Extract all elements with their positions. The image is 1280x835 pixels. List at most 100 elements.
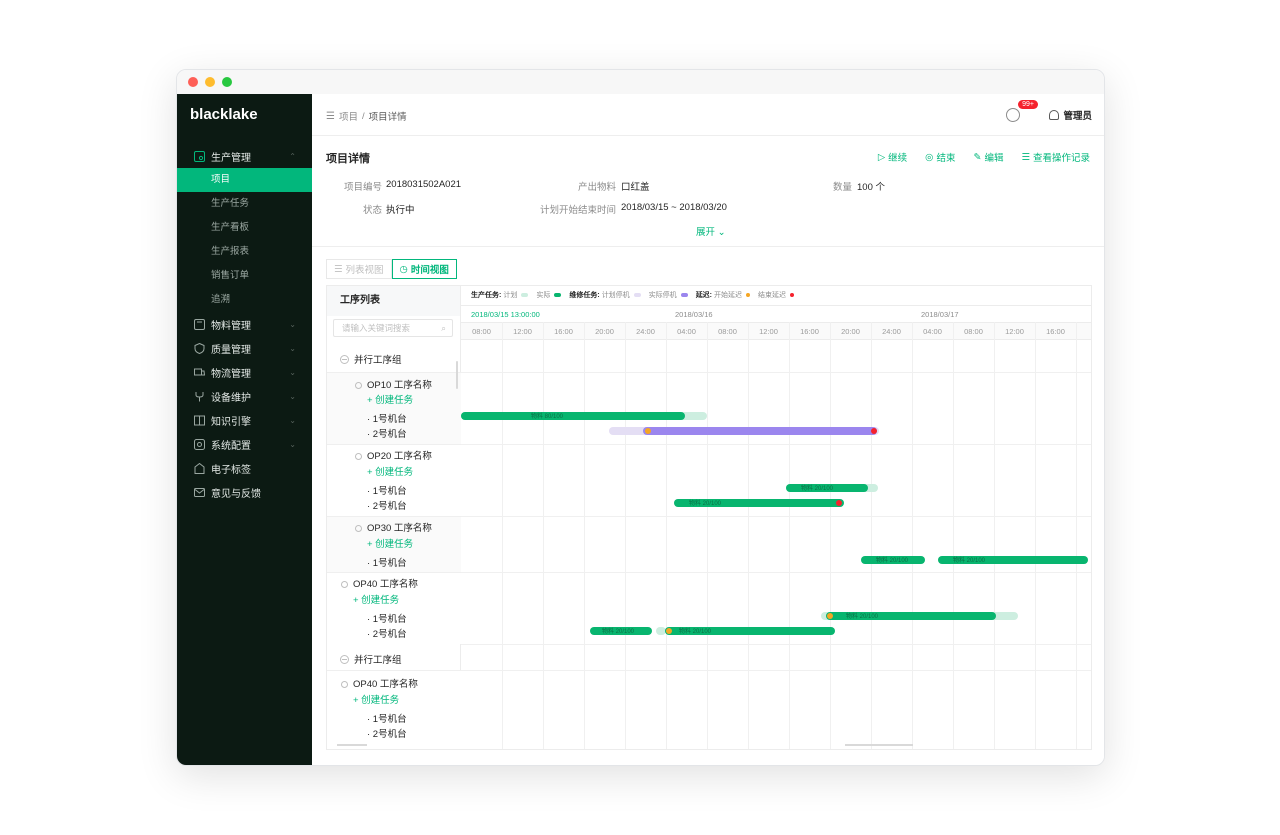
create-task-button[interactable]: + 创建任务: [367, 536, 413, 550]
task-actual-bar[interactable]: 物料 20/100: [590, 627, 652, 635]
edit-icon: ✎: [973, 151, 982, 163]
task-actual-bar[interactable]: 物料 20/100: [861, 556, 925, 564]
sidebar-subitem-production-report[interactable]: 生产报表: [177, 240, 312, 264]
create-task-button[interactable]: + 创建任务: [353, 592, 399, 606]
sidebar-item-logistics[interactable]: 物流管理 ⌄: [177, 360, 312, 384]
process-icon: [355, 453, 362, 460]
process-op40-b[interactable]: OP40 工序名称: [341, 676, 418, 690]
sidebar-item-settings[interactable]: 系统配置 ⌄: [177, 432, 312, 456]
sidebar-item-quality[interactable]: 质量管理 ⌄: [177, 336, 312, 360]
view-log-button[interactable]: ☰ 查看操作记录: [1021, 150, 1090, 165]
box-icon: [194, 318, 205, 330]
user-icon: [1049, 110, 1060, 120]
brand-logo[interactable]: blacklake: [177, 94, 312, 136]
sidebar-item-knowledge[interactable]: 知识引擎 ⌄: [177, 408, 312, 432]
time-tick: 16:00: [800, 327, 819, 336]
app-window: blacklake 生产管理 ⌃ 项目 生产任务 生产看板 生产报表 销售订单 …: [176, 69, 1105, 766]
create-task-button[interactable]: + 创建任务: [367, 392, 413, 406]
plan-time-value: 2018/03/15 ~ 2018/03/20: [621, 202, 727, 213]
time-tick: 04:00: [677, 327, 696, 336]
sidebar-item-label: 系统配置: [211, 440, 251, 452]
breadcrumb-separator: /: [361, 110, 365, 122]
task-actual-bar[interactable]: 物料 20/100: [674, 499, 844, 507]
end-delay-marker: [836, 500, 842, 506]
process-op30[interactable]: OP30 工序名称: [355, 520, 432, 534]
chevron-down-icon: ⌄: [289, 415, 296, 425]
timeline-scrollbar[interactable]: [845, 744, 913, 746]
sidebar-item-material[interactable]: 物料管理 ⌄: [177, 312, 312, 336]
collapse-icon[interactable]: [340, 355, 349, 364]
grid-line: [912, 322, 913, 749]
breadcrumb-item-project[interactable]: 项目: [339, 109, 358, 123]
machine-2: · 2号机台: [367, 429, 407, 440]
sidebar-item-feedback[interactable]: 意见与反馈: [177, 480, 312, 504]
continue-button[interactable]: ▷ 继续: [878, 150, 907, 165]
sidebar-subitem-sales-order[interactable]: 销售订单: [177, 264, 312, 288]
divider: [312, 246, 1104, 247]
time-header: 08:00 12:00 16:00 20:00 24:00 04:00 08:00 12:00…: [461, 322, 1091, 340]
grid-line: [461, 372, 1091, 373]
sidebar-item-production[interactable]: 生产管理 ⌃: [177, 144, 312, 168]
vertical-scrollbar[interactable]: [456, 361, 458, 389]
time-tick: 08:00: [964, 327, 983, 336]
machine-2: · 2号机台: [367, 729, 407, 740]
create-task-button[interactable]: + 创建任务: [353, 692, 399, 706]
maximize-window-button[interactable]: [222, 77, 232, 87]
group-parallel-1[interactable]: 并行工序组: [340, 352, 402, 366]
edit-button[interactable]: ✎ 编辑: [973, 150, 1003, 165]
sidebar-item-etag[interactable]: 电子标签: [177, 456, 312, 480]
chevron-down-icon: ⌄: [289, 439, 296, 449]
user-menu[interactable]: 管理员: [1049, 108, 1092, 122]
sidebar-subitem-traceability[interactable]: 追溯: [177, 288, 312, 312]
timeline-view-button[interactable]: ◷ 时间视图: [391, 259, 457, 279]
stop-icon: ◎: [925, 151, 934, 163]
process-icon: [355, 525, 362, 532]
process-search-input[interactable]: 请输入关键词搜索 ⌕: [333, 319, 453, 337]
start-delay-marker: [827, 613, 833, 619]
menu-fold-icon[interactable]: ☰: [326, 111, 335, 122]
process-icon: [355, 382, 362, 389]
expand-toggle[interactable]: 展开 ⌄: [696, 224, 726, 238]
group-parallel-2[interactable]: 并行工序组: [340, 652, 402, 666]
sidebar-subitem-production-board[interactable]: 生产看板: [177, 216, 312, 240]
settings-icon: [194, 438, 205, 450]
machine-1: · 1号机台: [367, 486, 407, 497]
process-op40[interactable]: OP40 工序名称: [341, 576, 418, 590]
maintenance-actual-bar[interactable]: [643, 427, 877, 435]
minimize-window-button[interactable]: [205, 77, 215, 87]
grid-line: [1035, 322, 1036, 749]
truck-icon: [194, 367, 205, 378]
detail-actions: ▷ 继续 ◎ 结束 ✎ 编辑 ☰ 查看操作记录: [878, 150, 1090, 165]
finish-button[interactable]: ◎ 结束: [925, 150, 955, 165]
task-actual-bar[interactable]: 物料 20/100: [665, 627, 835, 635]
time-tick: 08:00: [472, 327, 491, 336]
grid-line: [625, 322, 626, 749]
gantt-legend: 生产任务: 计划 实际 维修任务: 计划停机 实际停机 延迟: 开始延迟 结束延迟: [471, 290, 800, 300]
horizontal-scrollbar[interactable]: [337, 744, 367, 746]
task-actual-bar[interactable]: 物料 20/100: [826, 612, 996, 620]
process-op20[interactable]: OP20 工序名称: [355, 448, 432, 462]
list-view-button[interactable]: ☰ 列表视图: [326, 259, 392, 279]
grid-line: [666, 322, 667, 749]
time-tick: 08:00: [718, 327, 737, 336]
machine-2: · 2号机台: [367, 629, 407, 640]
collapse-icon[interactable]: [340, 655, 349, 664]
chevron-down-icon: ⌄: [289, 343, 296, 353]
grid-line: [584, 322, 585, 749]
create-task-button[interactable]: + 创建任务: [367, 464, 413, 478]
notification-icon[interactable]: [1006, 108, 1020, 122]
chevron-up-icon: ⌃: [289, 151, 296, 161]
grid-line: [707, 322, 708, 749]
sidebar-item-maintenance[interactable]: 设备维护 ⌄: [177, 384, 312, 408]
task-actual-bar[interactable]: 物料 20/100: [938, 556, 1088, 564]
chevron-down-icon: ⌄: [289, 391, 296, 401]
process-op10[interactable]: OP10 工序名称: [355, 377, 432, 391]
sidebar-subitem-project[interactable]: 项目: [177, 168, 312, 192]
detail-header: 项目详情 ▷ 继续 ◎ 结束 ✎ 编辑 ☰ 查看操作记录: [312, 136, 1104, 172]
sidebar-subitem-production-task[interactable]: 生产任务: [177, 192, 312, 216]
task-actual-bar[interactable]: 物料 80/100: [461, 412, 685, 420]
close-window-button[interactable]: [188, 77, 198, 87]
task-actual-bar[interactable]: 物料 20/100: [786, 484, 868, 492]
breadcrumb-item-current: 项目详情: [368, 112, 407, 123]
view-toggle: ☰ 列表视图 ◷ 时间视图: [326, 259, 457, 279]
